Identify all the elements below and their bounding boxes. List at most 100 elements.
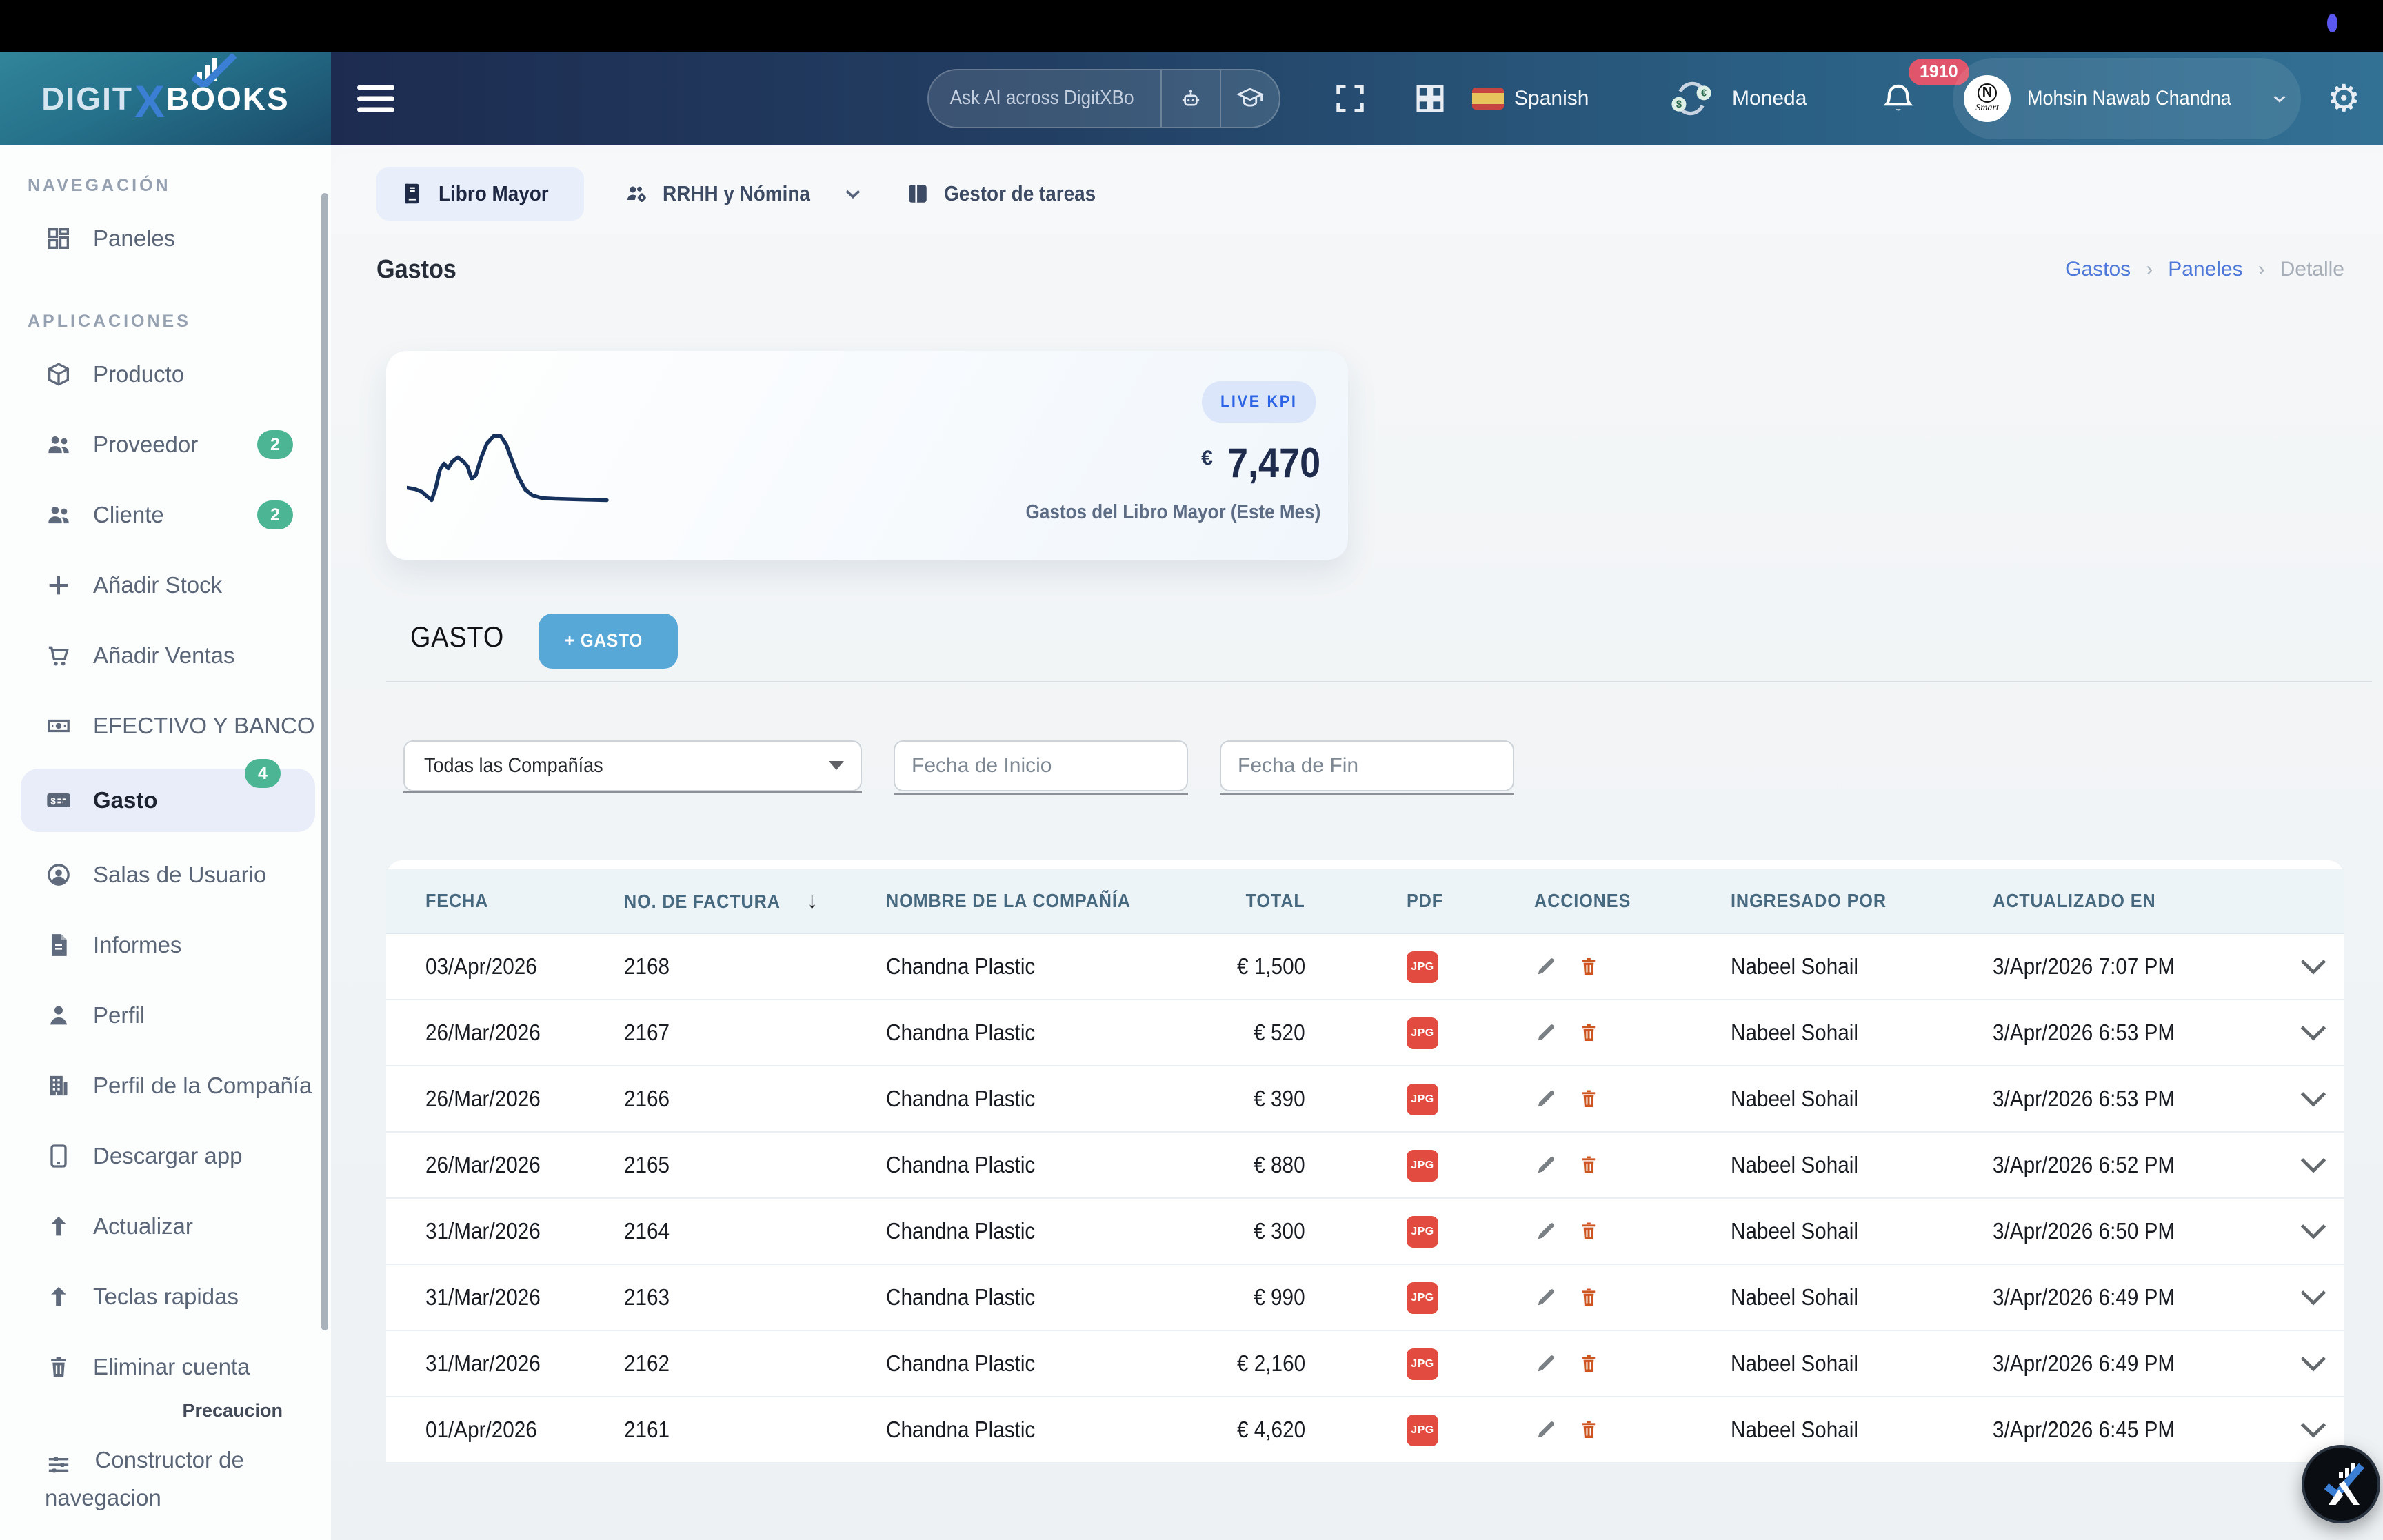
table-row[interactable]: 31/Mar/2026 2164 Chandna Plastic € 300 J… [386, 1199, 2344, 1265]
edit-pencil-icon[interactable] [1534, 1219, 1558, 1243]
company-filter-select[interactable]: Todas las Compañías [403, 740, 862, 791]
expand-chevron-icon[interactable] [2298, 1090, 2329, 1108]
sidebar-item-constructor-navegacion[interactable]: Constructor de navegacion [21, 1437, 310, 1519]
sidebar-item-gasto[interactable]: $ Gasto 4 [21, 769, 315, 832]
settings-gear-icon[interactable]: ⚙ [2327, 80, 2360, 117]
table-row[interactable]: 01/Apr/2026 2161 Chandna Plastic € 4,620… [386, 1397, 2344, 1463]
sidebar-item-paneles[interactable]: Paneles [21, 211, 315, 266]
table-row[interactable]: 26/Mar/2026 2167 Chandna Plastic € 520 J… [386, 1000, 2344, 1066]
sidebar-item-salas-de-usuario[interactable]: Salas de Usuario [21, 847, 315, 902]
user-menu[interactable]: N Smart Mohsin Nawab Chandna [1953, 58, 2301, 139]
expand-chevron-icon[interactable] [2298, 1421, 2329, 1439]
app-header: DIGIT X BOOKS Ask AI across DigitXBo [0, 52, 2383, 145]
sidebar-item-informes[interactable]: Informes [21, 918, 315, 973]
end-date-input[interactable] [1220, 740, 1514, 791]
col-actualizado: ACTUALIZADO EN [1993, 890, 2156, 912]
expand-chevron-icon[interactable] [2298, 1288, 2329, 1306]
delete-trash-icon[interactable] [1577, 1418, 1600, 1441]
sidebar-item-efectivo-y-banco[interactable]: EFECTIVO Y BANCO [21, 698, 315, 753]
sort-desc-icon[interactable]: ↓ [806, 887, 818, 914]
language-label[interactable]: Spanish [1514, 87, 1589, 110]
app-header-right: Ask AI across DigitXBo [331, 52, 2383, 145]
currency-label[interactable]: Moneda [1732, 87, 1807, 110]
col-compania: NOMBRE DE LA COMPAÑÍA [886, 890, 1131, 912]
edit-pencil-icon[interactable] [1534, 1087, 1558, 1111]
table-row[interactable]: 31/Mar/2026 2162 Chandna Plastic € 2,160… [386, 1331, 2344, 1397]
sidebar-item-perfil[interactable]: Perfil [21, 988, 315, 1043]
edit-pencil-icon[interactable] [1534, 1286, 1558, 1309]
book-icon [400, 181, 425, 206]
table-row[interactable]: 03/Apr/2026 2168 Chandna Plastic € 1,500… [386, 934, 2344, 1000]
file-jpg-badge[interactable]: JPG [1407, 951, 1438, 983]
expense-section-heading: GASTO [410, 620, 504, 654]
delete-trash-icon[interactable] [1577, 1153, 1600, 1177]
file-jpg-badge[interactable]: JPG [1407, 1415, 1438, 1446]
edit-pencil-icon[interactable] [1534, 1021, 1558, 1044]
apps-grid-icon[interactable] [1412, 81, 1448, 116]
col-fecha: FECHA [425, 890, 488, 912]
user-avatar: N Smart [1964, 75, 2011, 122]
file-jpg-badge[interactable]: JPG [1407, 1084, 1438, 1115]
sidebar-scrollbar[interactable] [321, 193, 328, 1330]
sidebar-item-descargar-app[interactable]: Descargar app [21, 1128, 315, 1184]
sidebar-item-proveedor[interactable]: Proveedor 2 [21, 417, 315, 472]
tab-rrhh-nomina[interactable]: RRHH y Nómina [624, 181, 865, 206]
expand-chevron-icon[interactable] [2298, 1222, 2329, 1240]
sidebar-item-actualizar[interactable]: Actualizar [21, 1199, 315, 1254]
delete-trash-icon[interactable] [1577, 1352, 1600, 1375]
currency-exchange-icon[interactable]: $ € [1667, 74, 1716, 123]
sidebar-item-cliente[interactable]: Cliente 2 [21, 487, 315, 543]
window-top-strip [0, 0, 2383, 52]
section-divider [386, 681, 2372, 682]
ai-robot-icon[interactable] [1160, 70, 1220, 127]
file-jpg-badge[interactable]: JPG [1407, 1348, 1438, 1380]
sidebar-item-label: Eliminar cuenta [93, 1354, 250, 1380]
file-jpg-badge[interactable]: JPG [1407, 1282, 1438, 1314]
sidebar-item-teclas-rapidas[interactable]: Teclas rapidas [21, 1269, 315, 1324]
spain-flag-icon[interactable] [1472, 88, 1504, 110]
edit-pencil-icon[interactable] [1534, 1418, 1558, 1441]
ai-search-bar[interactable]: Ask AI across DigitXBo [927, 69, 1280, 128]
delete-trash-icon[interactable] [1577, 955, 1600, 978]
table-row[interactable]: 31/Mar/2026 2163 Chandna Plastic € 990 J… [386, 1265, 2344, 1331]
edit-pencil-icon[interactable] [1534, 1352, 1558, 1375]
learn-graduation-cap-icon[interactable] [1220, 70, 1279, 127]
tab-libro-mayor[interactable]: Libro Mayor [376, 167, 584, 221]
search-input[interactable]: Ask AI across DigitXBo [929, 87, 1137, 110]
arrow-up-icon [45, 1283, 72, 1310]
user-name: Mohsin Nawab Chandna [2027, 87, 2231, 110]
start-date-input[interactable] [894, 740, 1188, 791]
sidebar-item-producto[interactable]: Producto [21, 347, 315, 402]
sidebar-item-label: Perfil de la Compañía [93, 1073, 312, 1099]
expand-chevron-icon[interactable] [2298, 958, 2329, 975]
delete-trash-icon[interactable] [1577, 1021, 1600, 1044]
dropdown-caret-icon [829, 761, 844, 770]
breadcrumb-link-gastos[interactable]: Gastos [2065, 258, 2131, 281]
add-expense-button[interactable]: + GASTO [539, 614, 678, 669]
edit-pencil-icon[interactable] [1534, 1153, 1558, 1177]
breadcrumb-link-paneles[interactable]: Paneles [2168, 258, 2242, 281]
tab-gestor-tareas[interactable]: Gestor de tareas [905, 181, 1113, 206]
sidebar-item-anadir-ventas[interactable]: Añadir Ventas [21, 628, 315, 683]
file-jpg-badge[interactable]: JPG [1407, 1150, 1438, 1182]
sidebar-item-anadir-stock[interactable]: Añadir Stock [21, 558, 315, 613]
file-jpg-badge[interactable]: JPG [1407, 1017, 1438, 1049]
table-row[interactable]: 26/Mar/2026 2165 Chandna Plastic € 880 J… [386, 1133, 2344, 1199]
sidebar-item-eliminar-cuenta[interactable]: Eliminar cuenta [21, 1339, 315, 1395]
app-logo[interactable]: DIGIT X BOOKS [0, 52, 331, 145]
expand-chevron-icon[interactable] [2298, 1156, 2329, 1174]
delete-trash-icon[interactable] [1577, 1286, 1600, 1309]
expand-chevron-icon[interactable] [2298, 1355, 2329, 1372]
file-jpg-badge[interactable]: JPG [1407, 1216, 1438, 1248]
brand-chat-fab[interactable] [2302, 1445, 2380, 1523]
hamburger-menu-button[interactable] [357, 79, 394, 118]
expand-chevron-icon[interactable] [2298, 1024, 2329, 1042]
edit-pencil-icon[interactable] [1534, 955, 1558, 978]
sidebar-item-perfil-compania[interactable]: Perfil de la Compañía [21, 1058, 315, 1113]
table-row[interactable]: 26/Mar/2026 2166 Chandna Plastic € 390 J… [386, 1066, 2344, 1133]
fullscreen-icon[interactable] [1332, 81, 1368, 116]
delete-trash-icon[interactable] [1577, 1219, 1600, 1243]
col-factura[interactable]: NO. DE FACTURA [624, 891, 781, 913]
delete-trash-icon[interactable] [1577, 1087, 1600, 1111]
notifications-bell-icon[interactable] [1879, 79, 1918, 118]
